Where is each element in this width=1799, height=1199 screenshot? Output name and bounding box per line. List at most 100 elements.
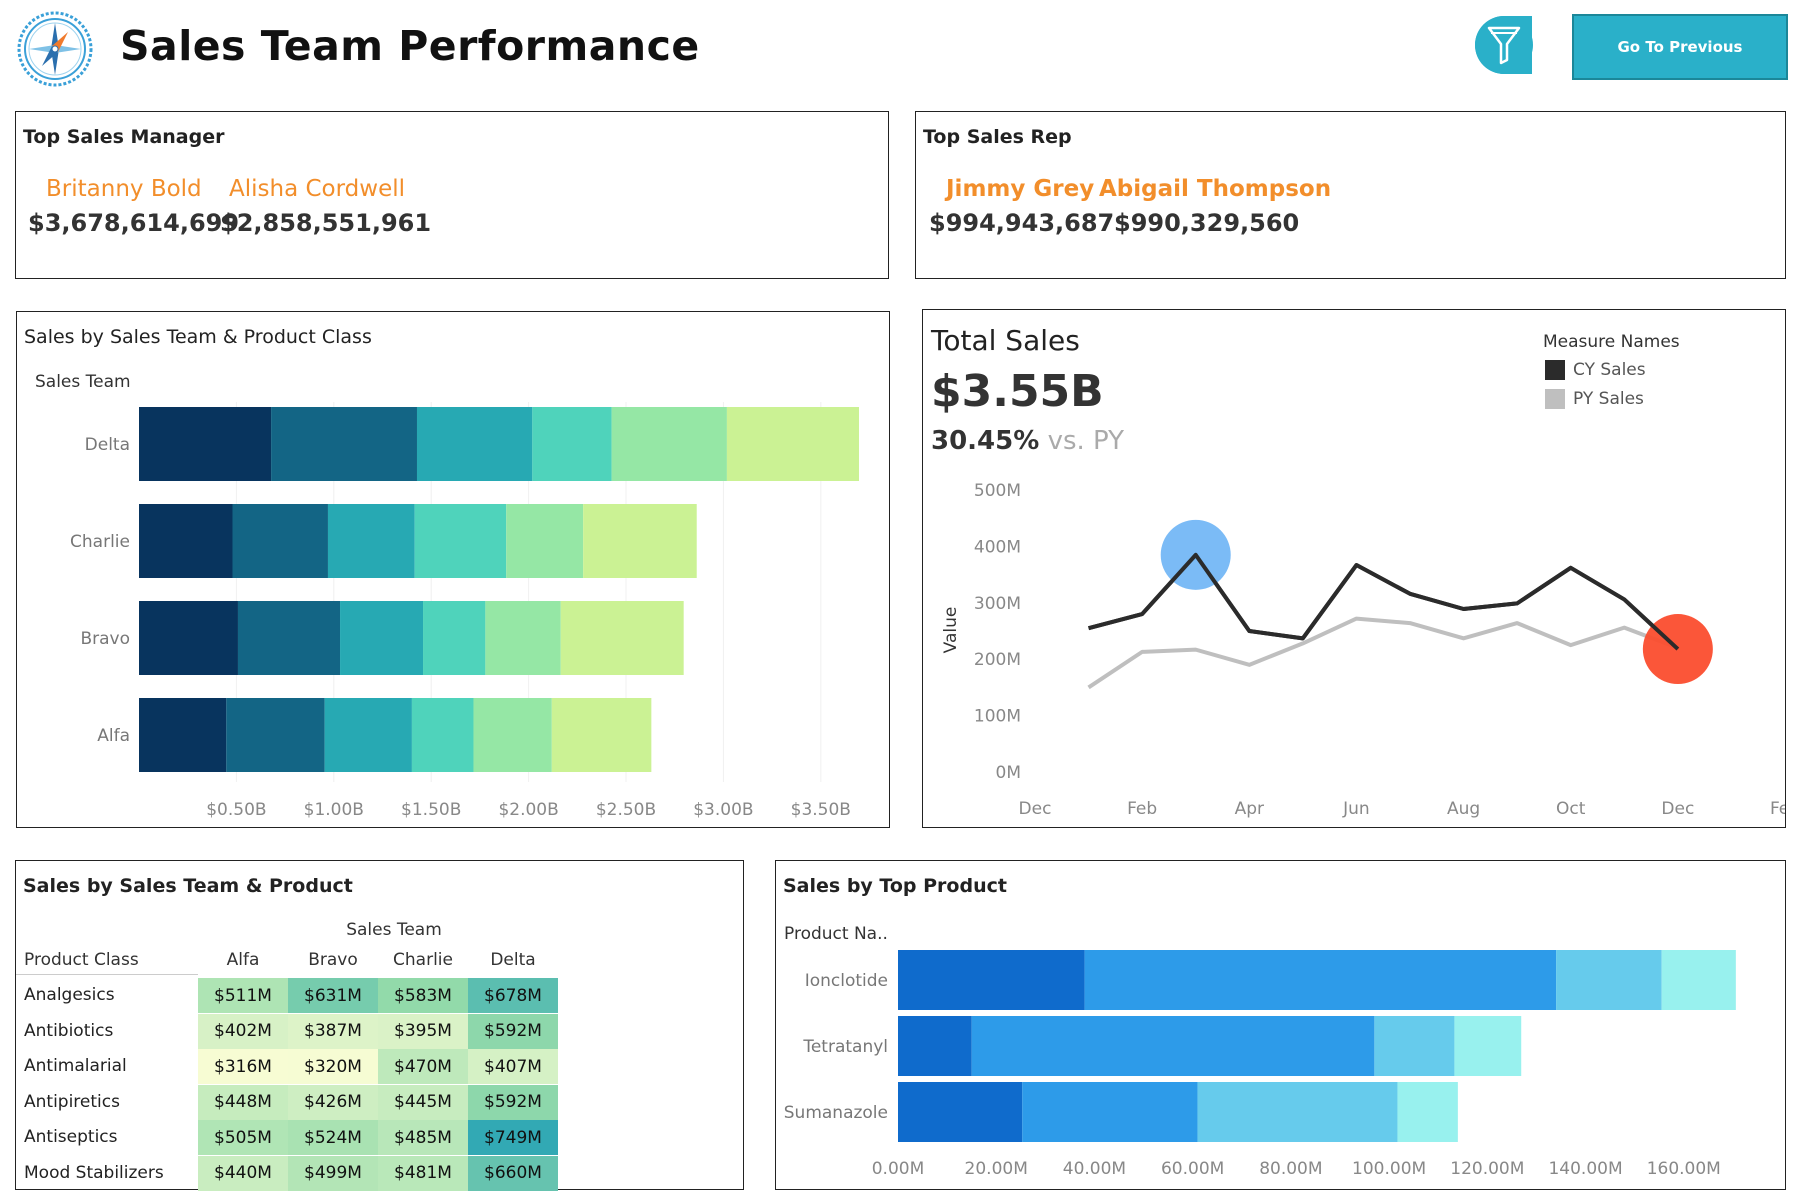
series-line-py [1087,616,1679,690]
top-manager-2-value: $2,858,551,961 [220,209,432,237]
x-tick-label: $3.00B [693,800,753,820]
compass-icon [17,11,93,87]
bar-segment [551,698,652,772]
x-tick-label: $2.50B [596,800,656,820]
heatmap-cell[interactable]: $592M [468,1084,558,1120]
heatmap-cell[interactable]: $387M [288,1013,378,1049]
sales-by-team-product-panel: Sales by Sales Team & Product Sales Team… [15,860,744,1191]
column-label: Alfa [226,950,260,970]
heatmap-cell[interactable]: $499M [288,1155,378,1191]
heatmap-cell[interactable]: $440M [198,1155,288,1191]
top-rep-1-value: $994,943,687 [929,209,1115,237]
x-tick-label: 100.00M [1352,1159,1426,1179]
bar-segment [139,698,227,772]
go-to-previous-button[interactable]: Go To Previous [1572,14,1788,80]
column-label: Charlie [393,950,453,970]
bar-segment [327,504,415,578]
filter-icon[interactable] [1474,14,1534,76]
bar-segment [1397,1082,1458,1142]
y-tick-label: 200M [974,650,1021,670]
bar-segment [1374,1016,1455,1076]
bar-segment [271,407,417,481]
x-tick-label: 80.00M [1259,1159,1322,1179]
heatmap-cell[interactable]: $470M [378,1049,468,1084]
heatmap-cell[interactable]: $320M [288,1049,378,1084]
top-manager-1-value: $3,678,614,699 [28,209,240,237]
bar-segment [237,601,341,675]
x-tick-label: 60.00M [1161,1159,1224,1179]
category-label: Bravo [80,629,130,649]
top-rep-1-name: Jimmy Grey [946,176,1095,202]
bar-segment [971,1016,1375,1076]
heatmap-cell[interactable]: $481M [378,1155,468,1191]
x-tick-label: $3.50B [791,800,851,820]
bar-segment [583,504,697,578]
x-tick-label: 40.00M [1063,1159,1126,1179]
x-tick-label: Apr [1235,799,1264,819]
bar-segment [1197,1082,1398,1142]
category-label: Ionclotide [805,971,888,991]
heatmap-cell[interactable]: $395M [378,1013,468,1049]
bar-segment [473,698,552,772]
sales-by-team-class-panel: Sales by Sales Team & Product Class Sale… [16,311,890,828]
bar-segment [416,407,533,481]
category-label: Sumanazole [784,1103,888,1123]
bar-segment [560,601,684,675]
heatmap-cell[interactable]: $426M [288,1084,378,1120]
x-tick-label: 160.00M [1647,1159,1721,1179]
bar-segment [414,504,507,578]
heatmap-cell[interactable]: $485M [378,1120,468,1155]
x-tick-label: Jun [1342,799,1370,819]
top-sales-manager-title: Top Sales Manager [23,126,225,148]
bar-segment [1661,950,1736,1010]
category-label: Tetratanyl [802,1037,888,1057]
row-label: Mood Stabilizers [24,1162,164,1183]
row-label: Analgesics [24,985,115,1005]
page-title: Sales Team Performance [120,22,700,70]
bar-segment [1022,1082,1198,1142]
x-tick-label: 0.00M [872,1159,925,1179]
x-tick-label: Feb [1127,799,1157,819]
x-tick-label: 140.00M [1548,1159,1622,1179]
heatmap-cell[interactable]: $448M [198,1084,288,1120]
category-label: Alfa [97,726,130,746]
heatmap-cell[interactable]: $583M [378,978,468,1013]
heatmap-cell[interactable]: $402M [198,1013,288,1049]
heatmap-cell[interactable]: $511M [198,978,288,1013]
row-header-divider [16,974,198,975]
bar-segment [139,407,272,481]
heatmap-cell[interactable]: $445M [378,1084,468,1120]
bar-segment [611,407,727,481]
x-tick-label: $2.00B [498,800,558,820]
heatmap-cell[interactable]: $678M [468,978,558,1013]
heatmap-cell[interactable]: $316M [198,1049,288,1084]
y-tick-label: 100M [974,707,1021,727]
heatmap-body: Alfa Bravo Charlie Delta Analgesics $511M $631… [16,861,743,1191]
top-rep-2-name: Abigail Thompson [1099,176,1332,202]
top-sales-rep-panel: Top Sales Rep Jimmy Grey Abigail Thompso… [915,111,1786,279]
bar-segment [1454,1016,1522,1076]
bar-segment [726,407,859,481]
x-tick-label: Aug [1447,799,1480,819]
bar-segment [485,601,561,675]
x-tick-label: Feb [1770,799,1785,819]
heatmap-cell[interactable]: $505M [198,1120,288,1155]
bar-segment [898,1016,972,1076]
column-label: Delta [490,950,536,970]
sales-by-team-class-chart: Sales Team Delta Charlie Bravo Alfa $0.50B $1… [35,372,859,820]
bar-segment [1084,950,1557,1010]
heatmap-cell[interactable]: $660M [468,1155,558,1191]
bar-segment [898,950,1085,1010]
heatmap-cell[interactable]: $524M [288,1120,378,1155]
heatmap-cell[interactable]: $631M [288,978,378,1013]
heatmap-cell[interactable]: $749M [468,1120,558,1155]
heatmap-cell[interactable]: $592M [468,1013,558,1049]
bar-segment [226,698,325,772]
bar-segment [506,504,584,578]
sales-by-top-product-chart: Product Na.. Ionclotide Tetratanyl Sumanaz… [784,924,1736,1179]
y-tick-label: 0M [996,763,1021,783]
sales-by-top-product-panel: Sales by Top Product Product Na.. Ionclo… [775,860,1786,1190]
heatmap-cell[interactable]: $407M [468,1049,558,1084]
category-label: Charlie [70,532,130,552]
y-axis-label: Value [941,607,961,654]
